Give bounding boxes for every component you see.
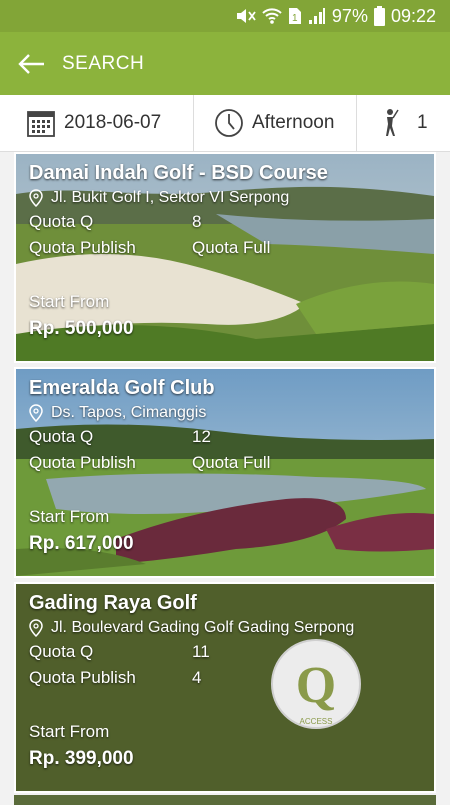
location-pin-icon (29, 619, 43, 637)
quota-publish-label: Quota Publish (29, 668, 136, 687)
clock: 09:22 (390, 5, 436, 26)
quota-publish-label: Quota Publish (29, 453, 136, 472)
course-list: Damai Indah Golf - BSD Course Jl. Bukit … (14, 152, 436, 797)
course-card[interactable]: Damai Indah Golf - BSD Course Jl. Bukit … (14, 152, 436, 363)
time-value: Afternoon (252, 112, 335, 133)
svg-text:1: 1 (292, 13, 298, 24)
price: Rp. 500,000 (29, 318, 134, 339)
start-from-label: Start From (29, 507, 110, 526)
players-filter[interactable]: 1 (357, 95, 450, 151)
start-from-label: Start From (29, 722, 110, 741)
filter-bar: 2018-06-07 Afternoon 1 (0, 95, 450, 152)
back-button[interactable] (0, 32, 62, 95)
quota-q-value: 12 (192, 427, 211, 446)
quota-publish-row: Quota Publish Quota Full (29, 450, 426, 476)
location-pin-icon (29, 404, 43, 422)
players-value: 1 (417, 112, 428, 133)
quota-q-row: Quota Q 8 (29, 209, 426, 235)
quota-q-label: Quota Q (29, 427, 94, 446)
course-name: Emeralda Golf Club (29, 377, 215, 399)
sim-icon: 1 (288, 7, 302, 25)
quota-q-label: Quota Q (29, 212, 94, 231)
quota-q-row: Quota Q 11 (29, 639, 426, 665)
arrow-left-icon (18, 53, 44, 74)
location-pin-icon (29, 189, 43, 207)
quota-q-value: 11 (192, 642, 210, 661)
quota-publish-row: Quota Publish 4 (29, 665, 426, 691)
battery-percent: 97% (331, 5, 368, 26)
course-card-partial[interactable] (14, 795, 436, 805)
price: Rp. 617,000 (29, 533, 134, 554)
quota-q-value: 8 (192, 212, 202, 231)
date-value: 2018-06-07 (64, 112, 162, 133)
mute-icon (234, 7, 256, 25)
price: Rp. 399,000 (29, 748, 134, 769)
app-bar: SEARCH (0, 32, 450, 95)
quota-publish-label: Quota Publish (29, 238, 136, 257)
course-card[interactable]: Emeralda Golf Club Ds. Tapos, Cimanggis … (14, 367, 436, 578)
date-filter[interactable]: 2018-06-07 (0, 95, 194, 151)
address-text: Ds. Tapos, Cimanggis (51, 404, 207, 421)
course-address: Ds. Tapos, Cimanggis (29, 404, 426, 422)
quota-q-label: Quota Q (29, 642, 94, 661)
status-bar: 1 97% 09:22 (0, 0, 450, 32)
quota-publish-row: Quota Publish Quota Full (29, 235, 426, 261)
logo-caption: ACCESS (300, 717, 333, 726)
time-filter[interactable]: Afternoon (194, 95, 357, 151)
course-info: Damai Indah Golf - BSD Course Jl. Bukit … (29, 162, 426, 261)
clock-icon (215, 109, 243, 137)
golfer-icon (386, 109, 399, 136)
wifi-icon (262, 7, 282, 25)
calendar-icon (27, 111, 55, 137)
quota-publish-value: 4 (192, 668, 202, 687)
address-text: Jl. Boulevard Gading Golf Gading Serpong (51, 619, 355, 636)
course-address: Jl. Bukit Golf I, Sektor VI Serpong (29, 189, 426, 207)
quota-publish-value: Quota Full (192, 453, 271, 472)
course-name: Damai Indah Golf - BSD Course (29, 162, 328, 184)
battery-icon (373, 6, 385, 26)
address-text: Jl. Bukit Golf I, Sektor VI Serpong (51, 189, 290, 206)
course-name: Gading Raya Golf (29, 592, 197, 614)
course-card[interactable]: Q ACCESS Gading Raya Golf Jl. Boulevard … (14, 582, 436, 793)
start-from-label: Start From (29, 292, 110, 311)
page-title: SEARCH (62, 52, 145, 74)
course-address: Jl. Boulevard Gading Golf Gading Serpong (29, 619, 426, 637)
quota-publish-value: Quota Full (192, 238, 271, 257)
course-info: Emeralda Golf Club Ds. Tapos, Cimanggis … (29, 377, 426, 476)
signal-icon (308, 7, 326, 25)
quota-q-row: Quota Q 12 (29, 424, 426, 450)
course-info: Gading Raya Golf Jl. Boulevard Gading Go… (29, 592, 426, 691)
